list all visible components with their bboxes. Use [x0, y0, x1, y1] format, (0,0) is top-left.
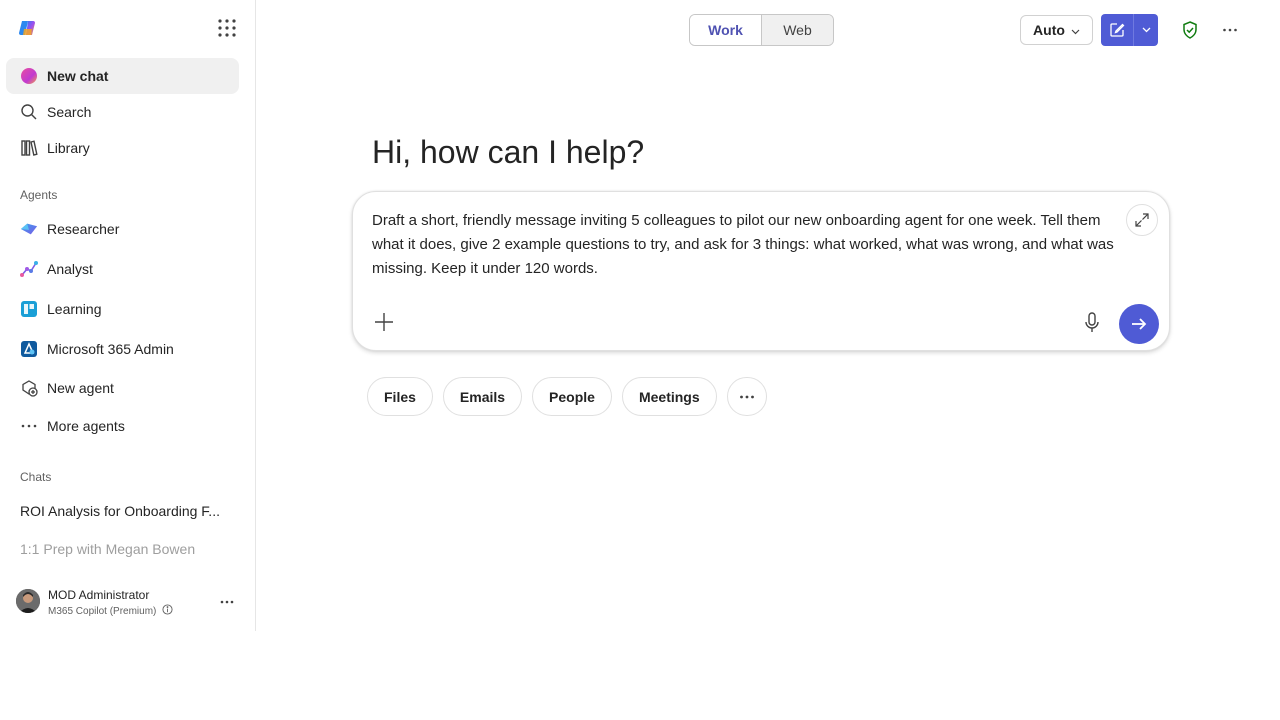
new-chat-label: New chat — [47, 68, 109, 84]
chat-item[interactable]: 1:1 Prep with Megan Bowen — [20, 541, 230, 557]
new-agent-button[interactable]: New agent — [6, 370, 239, 406]
chevron-down-icon — [1071, 22, 1080, 38]
chip-files[interactable]: Files — [367, 377, 433, 416]
expand-icon[interactable] — [1126, 204, 1158, 236]
analyst-icon — [20, 260, 38, 278]
agent-analyst-label: Analyst — [47, 261, 93, 277]
user-more-icon[interactable] — [219, 594, 235, 613]
more-options-icon[interactable] — [1220, 20, 1240, 40]
model-selector-button[interactable]: Auto — [1020, 15, 1093, 45]
more-agents-icon — [20, 417, 38, 435]
sidebar: New chat Search Library Agents Researche… — [0, 0, 256, 631]
library-button[interactable]: Library — [6, 130, 239, 166]
chat-item[interactable]: ROI Analysis for Onboarding F... — [20, 503, 230, 519]
user-profile[interactable]: MOD Administrator M365 Copilot (Premium) — [16, 588, 246, 618]
new-agent-label: New agent — [47, 380, 114, 396]
learning-icon — [20, 300, 38, 318]
agent-m365-admin-label: Microsoft 365 Admin — [47, 341, 174, 357]
library-icon — [20, 139, 38, 157]
info-icon[interactable] — [162, 604, 173, 618]
agent-learning[interactable]: Learning — [6, 291, 239, 327]
suggestion-chips: Files Emails People Meetings — [367, 377, 767, 416]
search-icon — [20, 103, 38, 121]
greeting-heading: Hi, how can I help? — [372, 134, 645, 170]
microphone-icon[interactable] — [1082, 312, 1102, 334]
copilot-orb-icon — [20, 67, 38, 85]
researcher-icon — [20, 220, 38, 238]
arrow-right-icon — [1132, 318, 1147, 330]
avatar — [16, 589, 40, 613]
prompt-composer: Draft a short, friendly message inviting… — [352, 191, 1170, 351]
agent-analyst[interactable]: Analyst — [6, 251, 239, 287]
new-agent-icon — [20, 379, 38, 397]
add-attachment-icon[interactable] — [374, 312, 394, 332]
new-compose-button — [1101, 14, 1158, 46]
library-label: Library — [47, 140, 90, 156]
agent-learning-label: Learning — [47, 301, 102, 317]
search-label: Search — [47, 104, 92, 120]
more-agents-button[interactable]: More agents — [6, 408, 239, 444]
send-button[interactable] — [1119, 304, 1159, 344]
new-chat-button[interactable]: New chat — [6, 58, 239, 94]
chip-meetings[interactable]: Meetings — [621, 377, 717, 416]
chips-more-icon[interactable] — [726, 377, 767, 416]
work-tab[interactable]: Work — [690, 15, 761, 45]
more-agents-label: More agents — [47, 418, 125, 434]
search-button[interactable]: Search — [6, 94, 239, 130]
m365-admin-icon — [20, 340, 38, 358]
web-tab[interactable]: Web — [761, 15, 833, 45]
compose-icon[interactable] — [1101, 14, 1134, 46]
chip-people[interactable]: People — [532, 377, 612, 416]
model-label: Auto — [1033, 22, 1065, 38]
compose-chevron-down-icon[interactable] — [1134, 14, 1158, 46]
agents-section-label: Agents — [20, 188, 58, 202]
copilot-logo-icon[interactable] — [18, 18, 38, 38]
shield-check-icon[interactable] — [1180, 20, 1200, 40]
agent-m365-admin[interactable]: Microsoft 365 Admin — [6, 331, 239, 367]
user-plan: M365 Copilot (Premium) — [48, 604, 173, 618]
chats-section-label: Chats — [20, 470, 52, 484]
user-name: MOD Administrator — [48, 588, 150, 602]
user-plan-label: M365 Copilot (Premium) — [48, 605, 157, 617]
agent-researcher[interactable]: Researcher — [6, 211, 239, 247]
app-launcher-icon[interactable] — [217, 18, 237, 38]
prompt-input[interactable]: Draft a short, friendly message inviting… — [372, 209, 1117, 281]
chip-emails[interactable]: Emails — [442, 377, 523, 416]
work-web-toggle: Work Web — [689, 14, 834, 46]
agent-researcher-label: Researcher — [47, 221, 120, 237]
